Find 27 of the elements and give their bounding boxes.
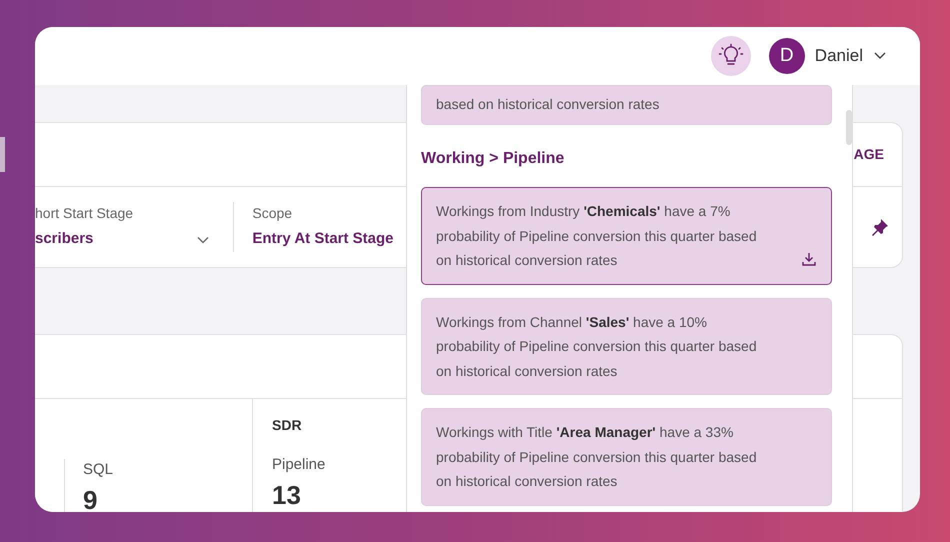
insights-button[interactable] — [710, 36, 751, 76]
metric-value: 13 — [272, 480, 302, 510]
insight-card[interactable]: based on historical conversion rates — [421, 85, 832, 125]
chevron-down-icon — [873, 51, 887, 61]
insight-text: Workings from Channel 'Sales' have a 10% probability of Pipeline conversion this quarter based on historical conversion rates — [436, 312, 758, 380]
user-name: Daniel — [814, 45, 863, 68]
pin-icon[interactable] — [871, 218, 889, 236]
insight-card[interactable]: Workings from Industry 'Chemicals' have a 7% probability of Pipeline conversion this quarter based on historical conversion rates — [421, 187, 832, 284]
insight-text: Workings with Title 'Area Manager' have a 33% probability of Pipeline conversion this quarter based on historical conversion rates — [436, 423, 758, 491]
filter-label: hort Start Stage — [35, 204, 134, 224]
filter-value: Entry At Start Stage — [252, 229, 394, 250]
user-menu[interactable]: D Daniel — [768, 38, 887, 74]
insight-text: Workings from Industry 'Chemicals' have a 7% probability of Pipeline conversion this quarter based on historical conversion rates — [436, 202, 758, 270]
metric-label: SQL — [83, 460, 114, 480]
metric-label: Pipeline — [272, 455, 326, 475]
filter-value: scribers — [35, 229, 94, 250]
group-label: SDR — [272, 416, 303, 435]
page-action-link[interactable]: AGE — [854, 144, 884, 165]
section-title: Working > Pipeline — [421, 149, 566, 169]
download-icon[interactable] — [801, 250, 817, 266]
filter-label: Scope — [252, 204, 294, 224]
chevron-down-icon[interactable] — [197, 236, 210, 244]
insight-card[interactable]: Workings with Title 'Area Manager' have a 33% probability of Pipeline conversion this quarter based on historical conversion rates — [421, 408, 832, 506]
insight-card[interactable]: Workings from Channel 'Sales' have a 10% probability of Pipeline conversion this quarter based on historical conversion rates — [421, 298, 832, 395]
avatar: D — [768, 38, 805, 74]
metric-value: 9 — [83, 486, 98, 512]
scrollbar-thumb[interactable] — [846, 110, 852, 145]
